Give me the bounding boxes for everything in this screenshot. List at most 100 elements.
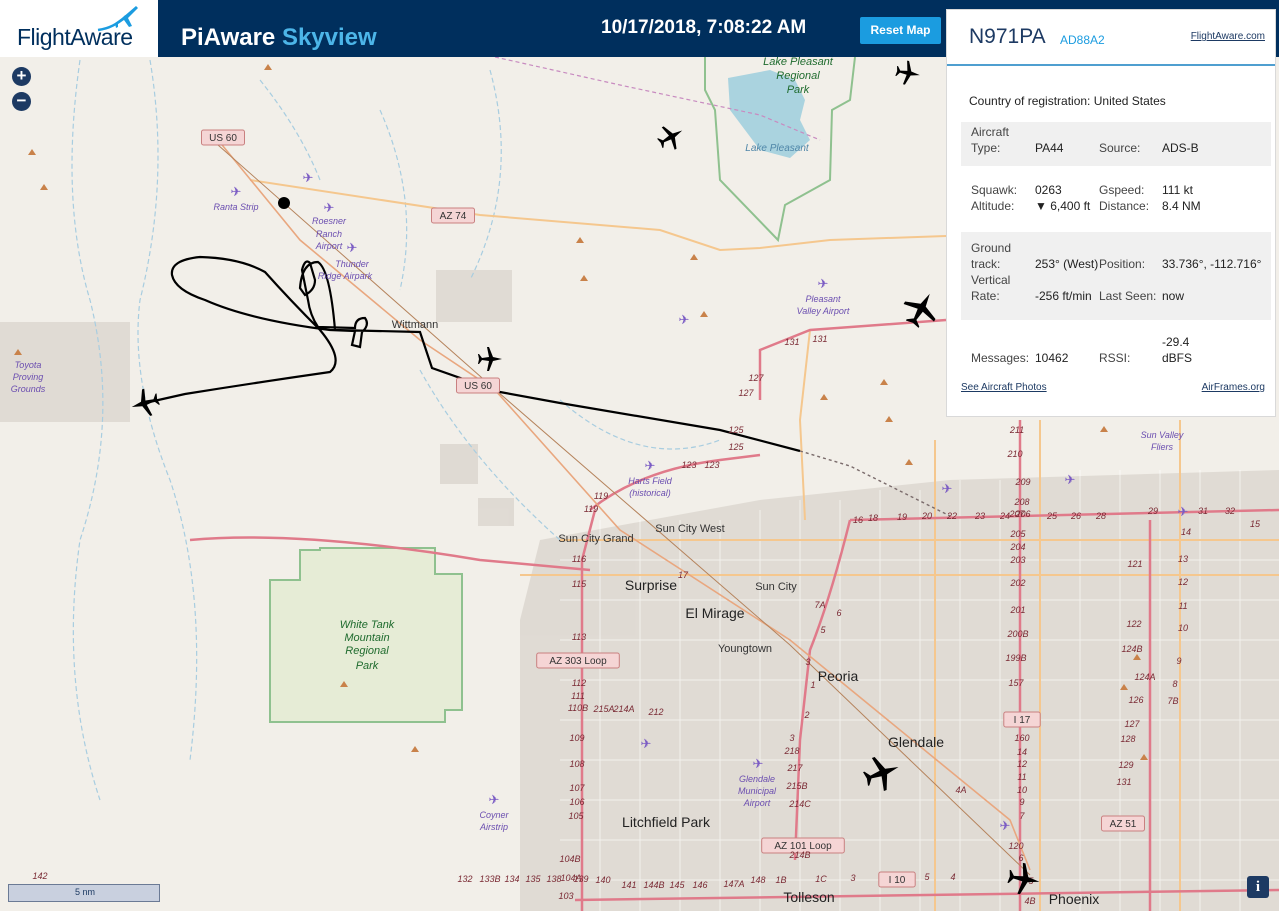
highway-exit-number: 20 [921,511,932,521]
airport-icon: ✈ [231,185,242,200]
highway-exit-number: 123 [681,460,696,470]
highway-exit-number: 131 [1116,777,1131,787]
highway-exit-number: 17 [678,570,689,580]
map-scale-bar: 5 nm [8,884,160,902]
highway-exit-number: 123 [704,460,719,470]
highway-exit-number: 107 [569,783,585,793]
flightaware-link[interactable]: FlightAware.com [1191,31,1265,42]
aircraft-icon[interactable] [895,60,921,86]
map-place-label: Surprise [625,577,677,593]
type-label-2: Type: [971,141,1001,155]
altitude-value: ▼ 6,400 ft [1035,199,1091,213]
map-info-button[interactable]: i [1247,876,1269,898]
highway-exit-number: 3 [850,873,855,883]
map-place-label: Wittmann [392,319,438,331]
airport-icon: ✈ [1000,819,1011,834]
highway-exit-number: 121 [1127,559,1142,569]
highway-exit-number: 3 [805,657,810,667]
map-place-label: White Tank [340,619,395,631]
zoom-out-button[interactable]: − [12,92,31,111]
lastseen-label: Last Seen: [1099,289,1157,303]
highway-exit-number: 4 [950,872,955,882]
map-place-label: Grounds [11,384,46,394]
aircraft-icon[interactable] [1007,862,1041,896]
aircraft-icon[interactable] [657,123,685,151]
highway-exit-number: 4B [1024,896,1035,906]
highway-exit-number: 119 [584,504,598,514]
highway-exit-number: 218 [783,746,799,756]
airport-icon: ✈ [324,201,335,216]
track-label-1: Ground [971,241,1012,255]
map-place-label: Mountain [344,632,389,644]
reset-map-button[interactable]: Reset Map [860,17,941,44]
highway-exit-number: 104B [559,854,580,864]
highway-exit-number: 10 [1178,623,1188,633]
aircraft-icon[interactable] [863,754,901,792]
highway-exit-number: 141 [621,880,636,890]
panel-divider [947,64,1275,66]
highway-exit-number: 8 [1172,679,1177,689]
selected-callsign: N971PA [969,25,1046,48]
map-place-label: Valley Airport [797,306,850,316]
highway-exit-number: 25 [1046,511,1058,521]
highway-exit-number: 1C [815,874,827,884]
map-place-label: Regional [776,70,820,82]
flightaware-logo[interactable]: FlightAware [0,0,158,57]
altitude-label: Altitude: [971,199,1015,213]
highway-shield: AZ 51 [1101,815,1145,832]
highway-exit-number: 217 [786,763,803,773]
selected-icao: AD88A2 [1060,33,1105,47]
map-place-label: Regional [345,645,389,657]
highway-exit-number: 14 [1017,747,1027,757]
highway-exit-number: 125 [728,442,744,452]
svg-text:US 60: US 60 [209,133,237,144]
highway-exit-number: 124B [1121,644,1142,654]
zoom-in-button[interactable]: + [12,67,31,86]
aircraft-info-panel: N971PA AD88A2 FlightAware.com Country of… [946,9,1276,417]
airport-icon: ✈ [753,757,764,772]
highway-exit-number: 142 [32,871,47,881]
country-label: Country of registration: [969,94,1091,108]
map-place-label: Sun City [755,581,797,593]
svg-text:US 60: US 60 [464,381,492,392]
map-place-label: Park [787,84,810,96]
rssi-value-2: dBFS [1162,351,1193,365]
highway-exit-number: 140 [595,875,610,885]
gspeed-value: 111 kt [1162,183,1193,197]
highway-exit-number: 111 [571,691,585,701]
highway-exit-number: 128 [1120,734,1135,744]
highway-exit-number: 212 [647,707,663,717]
highway-exit-number: 202 [1009,578,1025,588]
type-source-block: Aircraft Type: PA44 Source: ADS-B [961,122,1271,166]
highway-exit-number: 210 [1006,449,1022,459]
highway-exit-number: 200B [1006,629,1028,639]
map-place-label: Youngtown [718,643,772,655]
highway-exit-number: 112 [572,678,586,688]
highway-exit-number: 9 [1176,656,1181,666]
map-place-label: Ridge Airpark [318,271,373,281]
airframes-link[interactable]: AirFrames.org [1202,382,1265,393]
highway-exit-number: 148 [750,875,765,885]
map-place-label: Peoria [818,668,859,684]
highway-exit-number: 105 [568,811,584,821]
highway-exit-number: 145 [669,880,685,890]
aircraft-icon[interactable] [477,346,503,372]
highway-exit-number: 132 [457,874,472,884]
highway-exit-number: 108 [569,759,584,769]
highway-exit-number: 19 [897,512,907,522]
map-place-label: Thunder [335,259,370,269]
selected-aircraft-icon[interactable] [130,388,160,418]
aircraft-photos-link[interactable]: See Aircraft Photos [961,382,1047,393]
highway-exit-number: 144B [643,880,664,890]
highway-exit-number: 126 [1128,695,1143,705]
map-place-label: Pleasant [805,294,841,304]
source-value: ADS-B [1162,141,1199,155]
aircraft-icon[interactable] [902,290,940,328]
highway-exit-number: 1B [775,875,786,885]
highway-exit-number: 18 [868,513,878,523]
position-label: Position: [1099,257,1146,271]
highway-exit-number: 11 [1017,772,1026,782]
highway-exit-number: 32 [1225,506,1235,516]
highway-exit-number: 6 [836,608,841,618]
map-place-label: Airport [315,241,343,251]
